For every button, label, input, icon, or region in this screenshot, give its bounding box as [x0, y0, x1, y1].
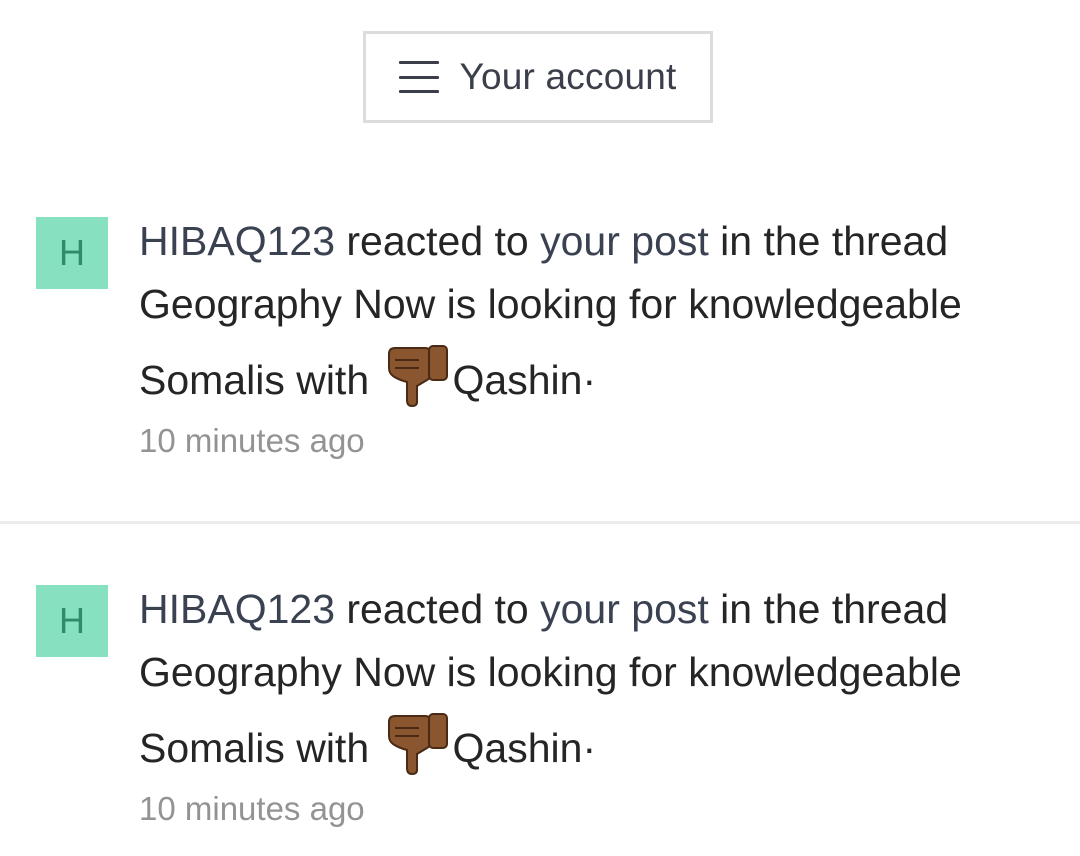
username-link[interactable]: HIBAQ123 — [139, 218, 335, 264]
avatar[interactable]: H — [36, 585, 108, 657]
avatar[interactable]: H — [36, 217, 108, 289]
alert-content: HIBAQ123 reacted to your post in the thr… — [139, 210, 1059, 460]
your-account-label: Your account — [459, 56, 677, 97]
end-mark: · — [582, 725, 597, 771]
alert-message: HIBAQ123 reacted to your post in the thr… — [139, 210, 1059, 412]
post-link[interactable]: your post — [540, 218, 709, 264]
timestamp: 10 minutes ago — [139, 422, 365, 459]
timestamp: 10 minutes ago — [139, 790, 365, 827]
reaction-label: Qashin — [452, 357, 583, 403]
username-link[interactable]: HIBAQ123 — [139, 586, 335, 632]
hamburger-menu-icon — [399, 61, 440, 93]
thumbs-down-icon — [387, 713, 448, 776]
your-account-button[interactable]: Your account — [363, 31, 713, 123]
reaction-label: Qashin — [452, 725, 583, 771]
end-mark: · — [582, 357, 597, 403]
post-link[interactable]: your post — [540, 586, 709, 632]
alert-content: HIBAQ123 reacted to your post in the thr… — [139, 578, 1059, 828]
thumbs-down-icon — [387, 345, 448, 408]
divider — [0, 521, 1080, 524]
alert-message: HIBAQ123 reacted to your post in the thr… — [139, 578, 1059, 780]
alert-text: reacted to — [335, 218, 541, 264]
alert-text: reacted to — [335, 586, 541, 632]
